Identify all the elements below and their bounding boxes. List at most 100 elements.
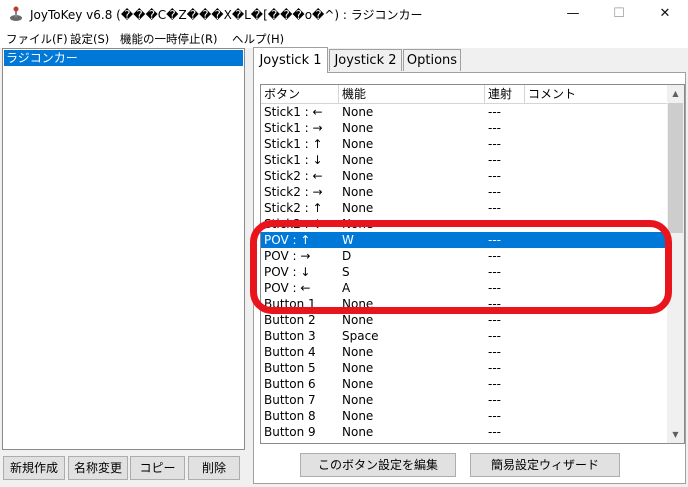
delete-config-button[interactable]: 削除	[188, 456, 240, 480]
row-function-cell: None	[342, 121, 374, 135]
mapping-list[interactable]: ボタン 機能 連射 コメント Stick1 : ← None --- Stick1 :…	[260, 84, 685, 444]
column-header-function[interactable]: 機能	[339, 85, 485, 103]
row-button-cell: POV : ↑	[264, 233, 311, 247]
row-button-cell: POV : ↓	[264, 265, 311, 279]
table-row[interactable]: Stick1 : → None ---	[261, 120, 665, 136]
table-row[interactable]: Button 2 None ---	[261, 312, 665, 328]
menu-file[interactable]: ファイル(F)	[6, 31, 68, 47]
scrollbar-thumb[interactable]	[668, 103, 683, 233]
row-repeat-cell: ---	[488, 249, 501, 263]
row-button-cell: Button 1	[264, 297, 316, 311]
row-button-cell: Stick1 : ↑	[264, 137, 323, 151]
row-button-cell: Stick2 : ←	[264, 169, 323, 183]
rename-config-button[interactable]: 名称変更	[68, 456, 128, 480]
vertical-scrollbar[interactable]: ▲ ▼	[667, 85, 684, 443]
list-header: ボタン 機能 連射 コメント	[261, 85, 667, 104]
row-function-cell: S	[342, 265, 350, 279]
row-function-cell: None	[342, 377, 374, 391]
window-title: JoyToKey v6.8 (���C�Z���X�L�[���o�^) : ラ…	[30, 8, 423, 22]
row-function-cell: None	[342, 393, 374, 407]
row-repeat-cell: ---	[488, 281, 501, 295]
row-function-cell: None	[342, 313, 374, 327]
row-repeat-cell: ---	[488, 377, 501, 391]
row-button-cell: Button 8	[264, 409, 316, 423]
row-repeat-cell: ---	[488, 137, 501, 151]
table-row[interactable]: Button 5 None ---	[261, 360, 665, 376]
row-button-cell: Stick2 : ↑	[264, 201, 323, 215]
row-repeat-cell: ---	[488, 265, 501, 279]
column-header-button[interactable]: ボタン	[261, 85, 339, 103]
scroll-down-icon[interactable]: ▼	[667, 426, 684, 443]
scroll-up-icon[interactable]: ▲	[667, 85, 684, 102]
row-repeat-cell: ---	[488, 440, 528, 443]
table-row[interactable]: Stick1 : ↑ None ---	[261, 136, 665, 152]
row-repeat-cell: ---	[488, 201, 501, 215]
joystick-app-icon	[8, 6, 24, 22]
row-function-cell: None	[342, 137, 374, 151]
row-button-cell: Button 6	[264, 377, 316, 391]
list-rows: Stick1 : ← None --- Stick1 : → None --- Stick1…	[261, 104, 665, 443]
table-row[interactable]: Stick2 : ← None ---	[261, 168, 665, 184]
copy-config-button[interactable]: コピー	[130, 456, 185, 480]
config-item[interactable]: ラジコンカー	[4, 50, 243, 66]
table-row[interactable]: POV : ↓ S ---	[261, 264, 665, 280]
row-repeat-cell: ---	[488, 313, 501, 327]
row-repeat-cell: ---	[488, 169, 501, 183]
row-repeat-cell: ---	[488, 121, 501, 135]
minimize-button[interactable]: —	[550, 0, 596, 28]
table-row[interactable]: Stick2 : → None ---	[261, 184, 665, 200]
table-row[interactable]: Button 7 None ---	[261, 392, 665, 408]
table-row[interactable]: POV : ← A ---	[261, 280, 665, 296]
row-button-cell: Button 9	[264, 425, 316, 439]
close-button[interactable]: ✕	[642, 0, 688, 28]
row-repeat-cell: ---	[488, 153, 501, 167]
table-row[interactable]: POV : → D ---	[261, 248, 665, 264]
new-config-button[interactable]: 新規作成	[3, 456, 65, 480]
row-button-cell: Stick1 : ↓	[264, 153, 323, 167]
row-repeat-cell: ---	[488, 345, 501, 359]
row-button-cell: Button 7	[264, 393, 316, 407]
table-row[interactable]: Button 8 None ---	[261, 408, 665, 424]
tab-joystick-1[interactable]: Joystick 1	[253, 47, 328, 73]
table-row[interactable]: Stick2 : ↑ None ---	[261, 200, 665, 216]
table-row[interactable]: Button 10None ---	[261, 440, 665, 443]
title-bar: JoyToKey v6.8 (���C�Z���X�L�[���o�^) : ラ…	[0, 0, 688, 28]
table-row[interactable]: Stick1 : ↓ None ---	[261, 152, 665, 168]
table-row[interactable]: Stick2 : ↓ None ---	[261, 216, 665, 232]
column-header-repeat[interactable]: 連射	[485, 85, 525, 103]
row-button-cell: Stick1 : →	[264, 121, 323, 135]
row-repeat-cell: ---	[488, 297, 501, 311]
menu-pause[interactable]: 機能の一時停止(R)	[120, 31, 217, 47]
tab-options[interactable]: Options	[403, 49, 461, 71]
table-row[interactable]: Button 3 Space ---	[261, 328, 665, 344]
maximize-button[interactable]: ☐	[596, 0, 642, 28]
row-button-cell: Button 3	[264, 329, 316, 343]
row-function-cell: None	[342, 361, 374, 375]
table-row[interactable]: Stick1 : ← None ---	[261, 104, 665, 120]
row-repeat-cell: ---	[488, 409, 501, 423]
row-repeat-cell: ---	[488, 105, 501, 119]
row-button-cell: Button 2	[264, 313, 316, 327]
row-button-cell: Stick2 : ↓	[264, 217, 323, 231]
setup-wizard-button[interactable]: 簡易設定ウィザード	[470, 453, 620, 477]
row-function-cell: A	[342, 281, 351, 295]
column-header-comment[interactable]: コメント	[525, 85, 667, 103]
config-list[interactable]: ラジコンカー	[2, 48, 245, 450]
row-button-cell: Button 4	[264, 345, 316, 359]
table-row[interactable]: POV : ↑ W ---	[261, 232, 665, 248]
table-row[interactable]: Button 4 None ---	[261, 344, 665, 360]
row-function-cell: None	[342, 185, 374, 199]
row-function-cell: None	[342, 297, 374, 311]
row-repeat-cell: ---	[488, 217, 501, 231]
table-row[interactable]: Button 6 None ---	[261, 376, 665, 392]
table-row[interactable]: Button 1 None ---	[261, 296, 665, 312]
row-button-cell: Stick2 : →	[264, 185, 323, 199]
menu-bar: ファイル(F) 設定(S) 機能の一時停止(R) ヘルプ(H)	[0, 28, 688, 48]
row-function-cell: None	[342, 345, 374, 359]
table-row[interactable]: Button 9 None ---	[261, 424, 665, 440]
tab-joystick-2[interactable]: Joystick 2	[329, 49, 402, 71]
menu-help[interactable]: ヘルプ(H)	[232, 31, 284, 47]
menu-settings[interactable]: 設定(S)	[70, 31, 109, 47]
row-function-cell: W	[342, 233, 354, 247]
edit-button-setting-button[interactable]: このボタン設定を編集	[300, 453, 456, 477]
